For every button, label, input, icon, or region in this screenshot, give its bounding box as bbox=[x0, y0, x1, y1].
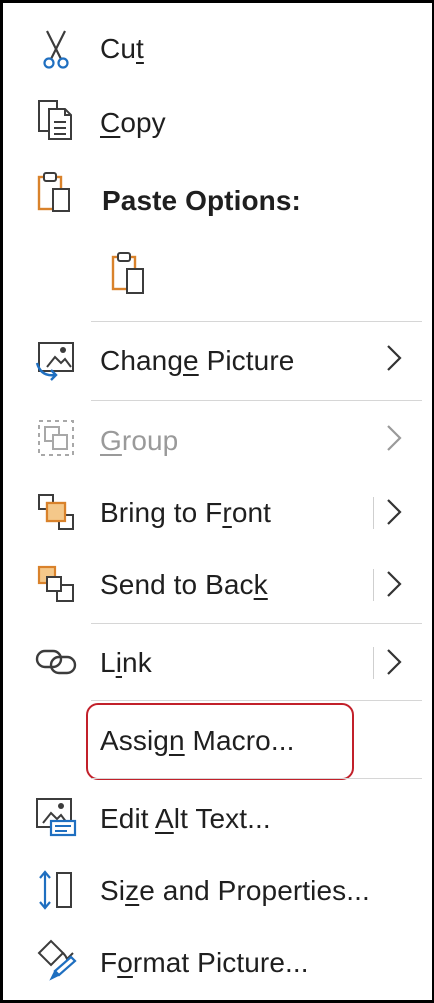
scissors-icon bbox=[33, 27, 79, 73]
format-picture-icon bbox=[33, 937, 79, 983]
alt-text-icon bbox=[33, 793, 79, 839]
menu-item-change-picture[interactable]: Change Picture bbox=[3, 323, 429, 395]
paste-keep-formatting-button[interactable] bbox=[99, 243, 169, 309]
send-to-back-icon bbox=[33, 561, 79, 607]
chevron-right-icon[interactable] bbox=[383, 497, 405, 527]
size-properties-icon bbox=[33, 867, 79, 913]
context-menu: Cut Copy Paste Options: Change Picture G… bbox=[0, 0, 434, 1003]
group-label: Group bbox=[100, 425, 179, 456]
assign-macro-highlight-box bbox=[86, 703, 354, 780]
menu-item-bring-to-front[interactable]: Bring to Front bbox=[3, 475, 429, 547]
paste-options-header: Paste Options: bbox=[3, 163, 429, 235]
menu-item-edit-alt-text[interactable]: Edit Alt Text... bbox=[3, 781, 429, 853]
menu-item-cut[interactable]: Cut bbox=[3, 13, 429, 85]
link-label: Link bbox=[100, 647, 152, 678]
split-separator bbox=[373, 647, 374, 679]
group-icon bbox=[33, 415, 79, 461]
clipboard-icon bbox=[33, 171, 79, 217]
split-separator bbox=[373, 497, 374, 529]
change-picture-icon bbox=[33, 337, 79, 383]
link-icon bbox=[33, 639, 79, 685]
menu-item-link[interactable]: Link bbox=[3, 625, 429, 697]
separator bbox=[91, 623, 422, 624]
bring-to-front-label: Bring to Front bbox=[100, 497, 272, 528]
chevron-right-icon[interactable] bbox=[383, 569, 405, 599]
menu-item-size-and-properties[interactable]: Size and Properties... bbox=[3, 853, 429, 925]
chevron-right-icon bbox=[383, 423, 405, 453]
format-picture-label: Format Picture... bbox=[100, 947, 309, 978]
separator bbox=[91, 778, 422, 779]
size-and-properties-label: Size and Properties... bbox=[100, 875, 370, 906]
copy-label: Copy bbox=[100, 107, 166, 138]
paste-clipboard-icon bbox=[107, 251, 153, 297]
paste-options-label: Paste Options: bbox=[102, 185, 301, 216]
cut-label: Cut bbox=[100, 33, 144, 64]
menu-item-copy[interactable]: Copy bbox=[3, 85, 429, 157]
menu-item-send-to-back[interactable]: Send to Back bbox=[3, 547, 429, 619]
send-to-back-label: Send to Back bbox=[100, 569, 268, 600]
menu-item-group[interactable]: Group bbox=[3, 403, 429, 475]
split-separator bbox=[373, 569, 374, 601]
change-picture-label: Change Picture bbox=[100, 345, 295, 376]
separator bbox=[91, 700, 422, 701]
edit-alt-text-label: Edit Alt Text... bbox=[100, 803, 271, 834]
bring-to-front-icon bbox=[33, 489, 79, 535]
chevron-right-icon[interactable] bbox=[383, 647, 405, 677]
separator bbox=[91, 321, 422, 322]
menu-item-format-picture[interactable]: Format Picture... bbox=[3, 925, 429, 997]
copy-icon bbox=[33, 97, 79, 143]
chevron-right-icon bbox=[383, 343, 405, 373]
separator bbox=[91, 400, 422, 401]
